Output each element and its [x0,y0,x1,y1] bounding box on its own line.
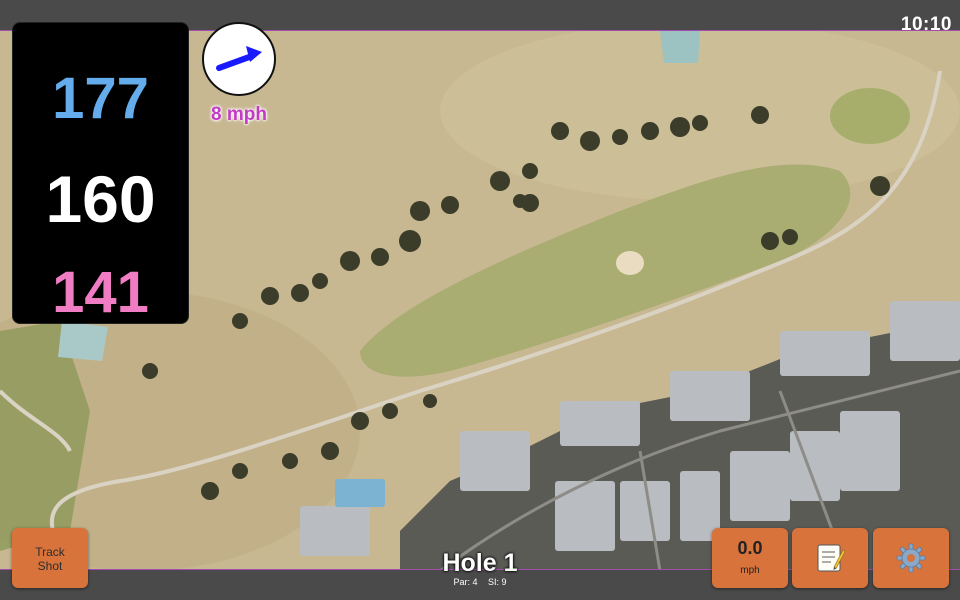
speed-unit: mph [740,565,760,576]
notepad-icon [817,544,846,572]
wind-speed-label: 8 mph [211,104,267,125]
speed-value: 0.0 [737,538,763,558]
yardage-panel: 177 160 141 [12,22,189,325]
track-shot-label-line2: Shot [37,559,63,573]
wind-indicator[interactable] [202,22,276,96]
hole-info: Par: 4 SI: 9 [400,577,560,587]
middle-yardage: 160 [45,162,156,236]
front-yardage: 141 [52,260,149,325]
notes-button[interactable] [792,528,868,588]
speed-button[interactable]: 0.0 mph [712,528,788,588]
back-yardage: 177 [52,66,149,131]
stroke-index-label: SI: 9 [488,577,507,587]
par-label: Par: 4 [453,577,478,587]
track-shot-label-line1: Track [35,545,65,559]
arrow-right-icon [216,46,262,71]
settings-button[interactable] [873,528,949,588]
gear-icon [896,543,926,573]
track-shot-button[interactable]: Track Shot [12,528,88,588]
hole-title: Hole 1 [442,549,518,577]
